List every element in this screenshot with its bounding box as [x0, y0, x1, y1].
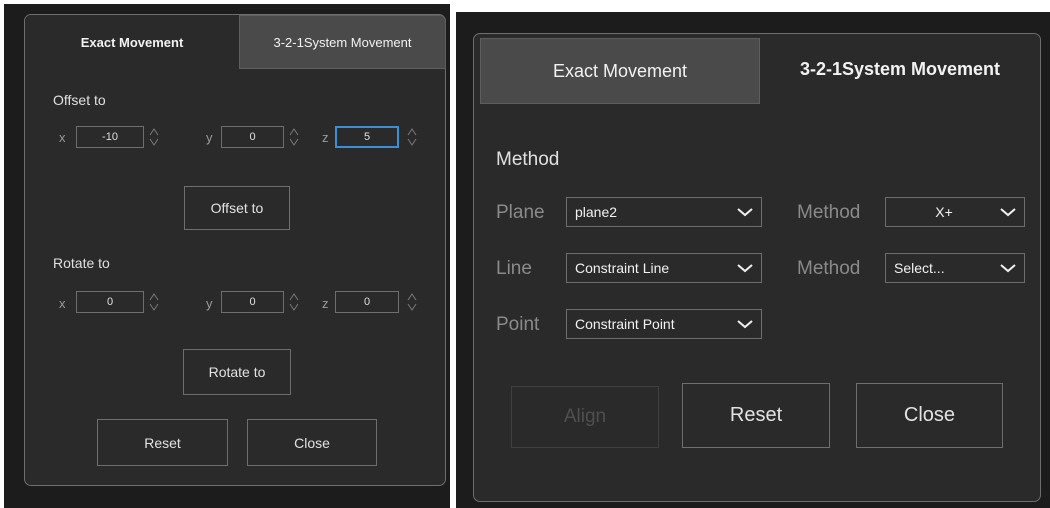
rotate-z-spinner-icon[interactable]	[406, 291, 418, 313]
exact-movement-dialog: Exact Movement 3-2-1System Movement Offs…	[24, 14, 446, 486]
reset-button[interactable]: Reset	[682, 383, 830, 448]
close-button[interactable]: Close	[247, 419, 377, 466]
offset-z-label: z	[322, 130, 329, 145]
system-movement-screenshot: Exact Movement 3-2-1System Movement Meth…	[456, 12, 1050, 508]
plane-select-value: plane2	[575, 204, 618, 220]
line-select[interactable]: Constraint Line	[566, 253, 762, 283]
align-button[interactable]: Align	[511, 386, 659, 448]
chevron-down-icon	[737, 264, 753, 273]
rotate-x-spinner-icon[interactable]	[148, 291, 160, 313]
offset-y-input[interactable]: 0	[221, 126, 284, 148]
rotate-z-input[interactable]: 0	[335, 291, 399, 313]
tab-321-system-movement[interactable]: 3-2-1System Movement	[239, 15, 446, 69]
plane-method-label: Method	[797, 202, 861, 223]
reset-button[interactable]: Reset	[97, 419, 228, 466]
line-method-select[interactable]: Select...	[885, 253, 1025, 283]
rotate-y-spinner-icon[interactable]	[288, 291, 300, 313]
close-button[interactable]: Close	[856, 383, 1003, 448]
plane-method-select[interactable]: X+	[885, 197, 1025, 227]
rotate-y-input[interactable]: 0	[221, 291, 284, 313]
line-method-select-value: Select...	[894, 260, 945, 276]
offset-x-spinner-icon[interactable]	[148, 126, 160, 148]
offset-x-label: x	[59, 130, 66, 145]
offset-to-label: Offset to	[53, 92, 106, 108]
plane-method-select-value: X+	[935, 204, 953, 220]
chevron-down-icon	[1000, 208, 1016, 217]
tab-321-system-movement[interactable]: 3-2-1System Movement	[760, 34, 1040, 104]
offset-x-input[interactable]: -10	[76, 126, 144, 148]
point-select-value: Constraint Point	[575, 316, 675, 332]
offset-z-spinner-icon[interactable]	[406, 126, 418, 148]
offset-z-input[interactable]: 5	[335, 126, 399, 148]
line-method-label: Method	[797, 258, 861, 279]
point-select[interactable]: Constraint Point	[566, 309, 762, 339]
system-movement-dialog: Exact Movement 3-2-1System Movement Meth…	[473, 33, 1041, 502]
plane-label: Plane	[496, 202, 545, 223]
rotate-y-label: y	[206, 296, 213, 311]
offset-y-spinner-icon[interactable]	[288, 126, 300, 148]
rotate-z-label: z	[322, 296, 329, 311]
rotate-to-button[interactable]: Rotate to	[183, 349, 291, 395]
line-select-value: Constraint Line	[575, 260, 670, 276]
line-label: Line	[496, 258, 532, 279]
exact-movement-screenshot: Exact Movement 3-2-1System Movement Offs…	[4, 4, 450, 508]
offset-y-label: y	[206, 130, 213, 145]
chevron-down-icon	[737, 208, 753, 217]
plane-select[interactable]: plane2	[566, 197, 762, 227]
method-section-title: Method	[496, 149, 560, 170]
tab-exact-movement[interactable]: Exact Movement	[25, 15, 239, 69]
rotate-x-label: x	[59, 296, 66, 311]
chevron-down-icon	[737, 320, 753, 329]
offset-to-button[interactable]: Offset to	[184, 186, 290, 230]
rotate-to-label: Rotate to	[53, 255, 110, 271]
chevron-down-icon	[1000, 264, 1016, 273]
rotate-x-input[interactable]: 0	[76, 291, 144, 313]
point-label: Point	[496, 314, 540, 335]
tab-exact-movement[interactable]: Exact Movement	[480, 38, 760, 104]
